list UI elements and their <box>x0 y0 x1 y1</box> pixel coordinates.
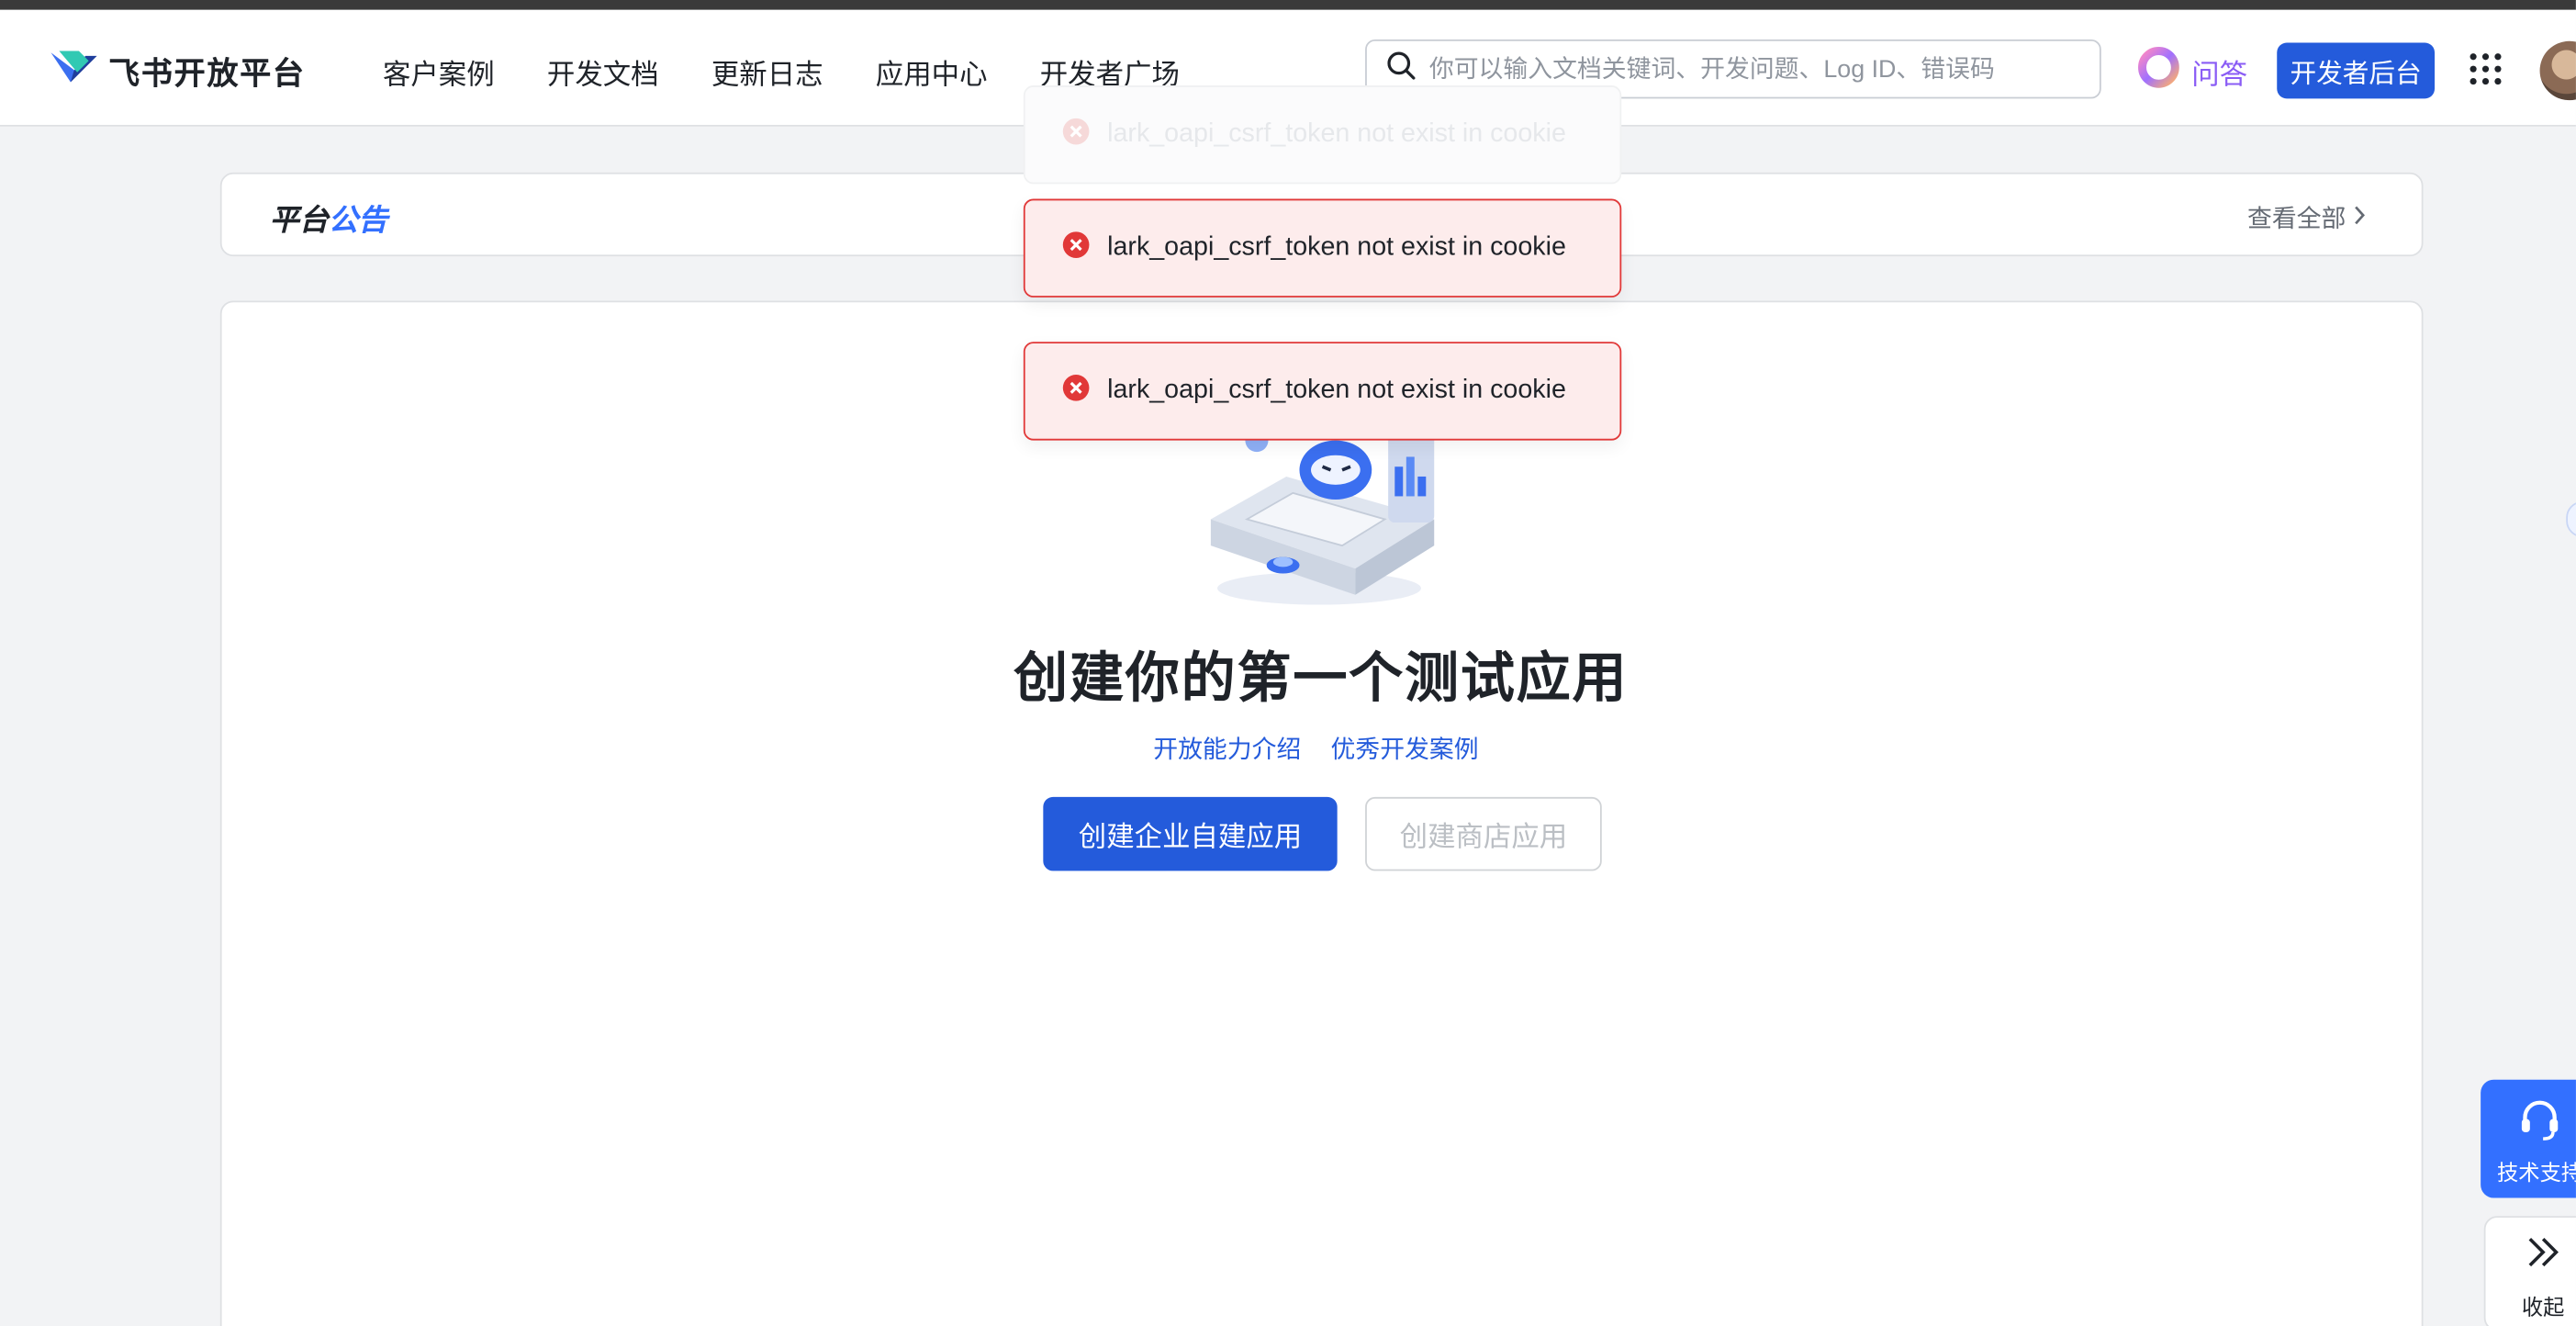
view-all-label: 查看全部 <box>2247 205 2346 234</box>
browser-top-strip <box>0 0 2576 10</box>
nav-item-app-center[interactable]: 应用中心 <box>876 51 988 92</box>
toast-message: lark_oapi_csrf_token not exist in cookie <box>1107 119 1566 149</box>
brand-logo[interactable]: 飞书开放平台 <box>50 46 306 96</box>
collapse-button[interactable]: 收起 <box>2483 1216 2576 1326</box>
search-icon <box>1386 51 1416 88</box>
empty-state-links: 开放能力介绍 优秀开发案例 <box>1153 731 1478 766</box>
capability-intro-link[interactable]: 开放能力介绍 <box>1153 731 1301 766</box>
notice-title: 平台公告 <box>269 197 387 241</box>
nav-item-customer-cases[interactable]: 客户案例 <box>383 51 495 92</box>
error-toast: lark_oapi_csrf_token not exist in cookie <box>1023 198 1622 298</box>
headset-icon <box>2517 1096 2563 1151</box>
nav-item-changelog[interactable]: 更新日志 <box>711 51 823 92</box>
avatar[interactable] <box>2539 40 2576 101</box>
collapse-label: 收起 <box>2521 1295 2565 1320</box>
page: 飞书开放平台 客户案例 开发文档 更新日志 应用中心 开发者广场 你可以输入文档… <box>0 0 2576 1326</box>
empty-state-title: 创建你的第一个测试应用 <box>1014 647 1629 709</box>
nav-item-dev-docs[interactable]: 开发文档 <box>547 51 659 92</box>
view-all-link[interactable]: 查看全部 <box>2247 200 2366 235</box>
notice-title-part1: 平台 <box>269 203 329 237</box>
tech-support-button[interactable]: 技术支持 <box>2481 1079 2576 1198</box>
double-chevron-right-icon <box>2525 1234 2560 1278</box>
qa-label: 问答 <box>2191 59 2248 91</box>
apps-grid-icon[interactable] <box>2470 52 2503 94</box>
create-store-app-button: 创建商店应用 <box>1365 796 1602 871</box>
create-custom-app-button[interactable]: 创建企业自建应用 <box>1043 796 1338 871</box>
brand-name: 飞书开放平台 <box>108 57 306 93</box>
search-input[interactable] <box>1428 54 2087 84</box>
toast-message: lark_oapi_csrf_token not exist in cookie <box>1107 233 1566 262</box>
qa-button[interactable]: 问答 <box>2135 44 2247 98</box>
empty-state-illustration <box>1191 410 1453 616</box>
error-icon <box>1061 372 1091 410</box>
feishu-logo-icon <box>50 46 99 96</box>
dev-console-button[interactable]: 开发者后台 <box>2277 42 2436 99</box>
dev-cases-link[interactable]: 优秀开发案例 <box>1331 731 1479 766</box>
error-icon <box>1061 116 1091 153</box>
notice-title-part2: 公告 <box>328 203 388 237</box>
side-edge-handle[interactable] <box>2566 500 2576 538</box>
error-icon <box>1061 230 1091 267</box>
error-toast: lark_oapi_csrf_token not exist in cookie <box>1023 342 1622 441</box>
toast-message: lark_oapi_csrf_token not exist in cookie <box>1107 376 1566 405</box>
error-toast-fading: lark_oapi_csrf_token not exist in cookie <box>1023 85 1622 185</box>
ai-ring-icon <box>2135 44 2181 98</box>
chevron-right-icon <box>2353 204 2366 231</box>
tech-support-label: 技术支持 <box>2497 1160 2576 1186</box>
